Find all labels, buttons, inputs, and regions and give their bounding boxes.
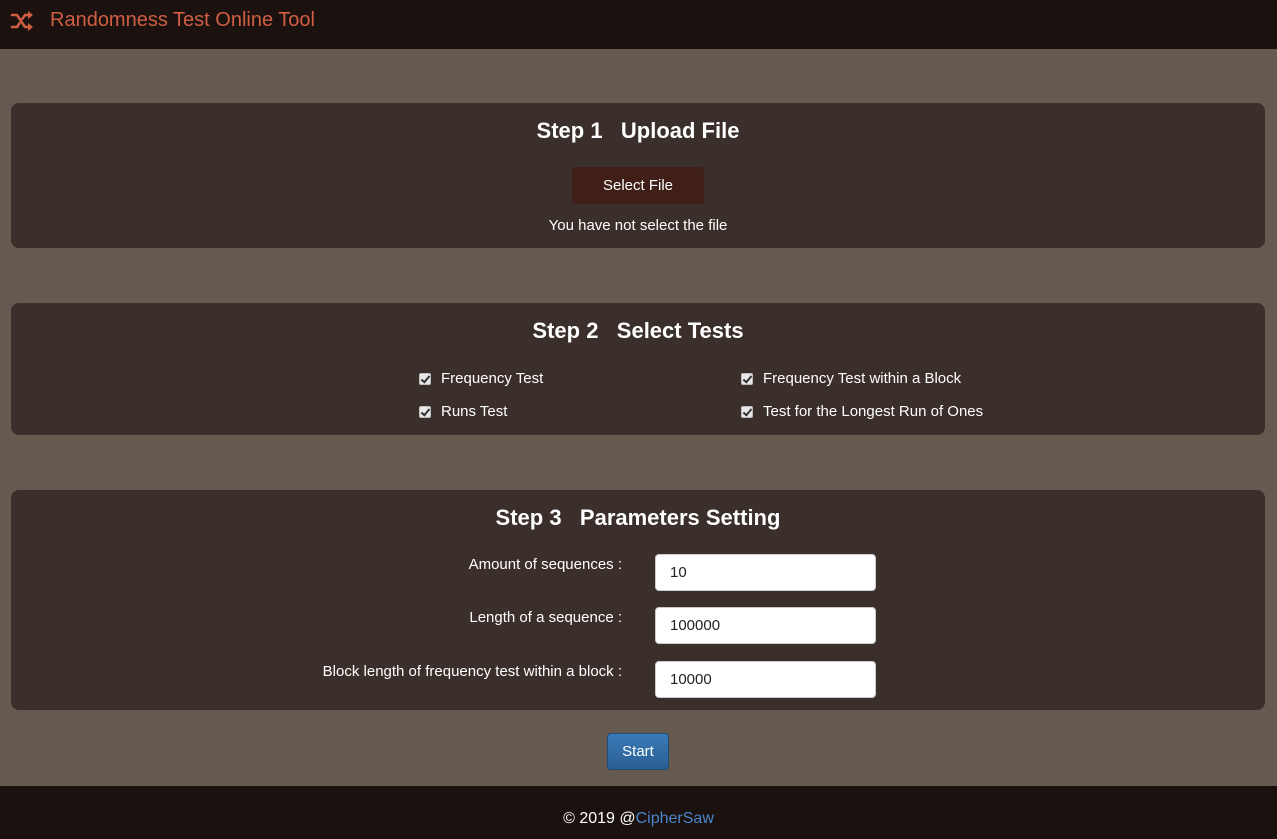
- checkbox-label: Runs Test: [441, 403, 508, 420]
- param-label-amount: Amount of sequences :: [468, 556, 622, 573]
- checkbox-frequency-test[interactable]: Frequency Test: [419, 370, 543, 387]
- checkbox-runs-test[interactable]: Runs Test: [419, 403, 507, 420]
- checkbox-label: Test for the Longest Run of Ones: [763, 403, 984, 420]
- footer: © 2019 @CipherSaw: [0, 786, 1277, 839]
- step1-upload-panel: Step 1 Upload File Select File You have …: [11, 103, 1265, 248]
- block-length-input[interactable]: [655, 661, 876, 698]
- checkbox-frequency-block-test[interactable]: Frequency Test within a Block: [741, 370, 961, 387]
- footer-copyright: © 2019 @CipherSaw: [0, 810, 1277, 828]
- footer-ciphersaw-link[interactable]: CipherSaw: [636, 810, 714, 827]
- step2-title: Step 2 Select Tests: [532, 318, 744, 343]
- step3-title: Step 3 Parameters Setting: [495, 505, 781, 530]
- file-status-text: You have not select the file: [548, 217, 728, 234]
- select-file-button[interactable]: Select File: [572, 167, 704, 204]
- amount-of-sequences-input[interactable]: [655, 554, 876, 591]
- shuffle-icon: [10, 11, 33, 31]
- checkbox-checked-icon[interactable]: [741, 405, 753, 418]
- param-label-block-length: Block length of frequency test within a …: [322, 663, 622, 680]
- brand-title[interactable]: Randomness Test Online Tool: [50, 9, 315, 32]
- navbar: Randomness Test Online Tool: [0, 0, 1277, 49]
- checkbox-checked-icon[interactable]: [419, 372, 431, 385]
- start-button[interactable]: Start: [607, 733, 669, 770]
- footer-prefix: © 2019 @: [563, 810, 636, 827]
- checkbox-label: Frequency Test: [441, 370, 544, 387]
- checkbox-checked-icon[interactable]: [741, 372, 753, 385]
- checkbox-longest-run-test[interactable]: Test for the Longest Run of Ones: [741, 403, 983, 420]
- step1-title: Step 1 Upload File: [536, 118, 740, 143]
- step3-parameters-panel: Step 3 Parameters Setting Amount of sequ…: [11, 490, 1265, 710]
- step2-tests-panel: Step 2 Select Tests Frequency Test Frequ…: [11, 303, 1265, 435]
- checkbox-label: Frequency Test within a Block: [763, 370, 962, 387]
- checkbox-checked-icon[interactable]: [419, 405, 431, 418]
- sequence-length-input[interactable]: [655, 607, 876, 644]
- param-label-length: Length of a sequence :: [469, 609, 622, 626]
